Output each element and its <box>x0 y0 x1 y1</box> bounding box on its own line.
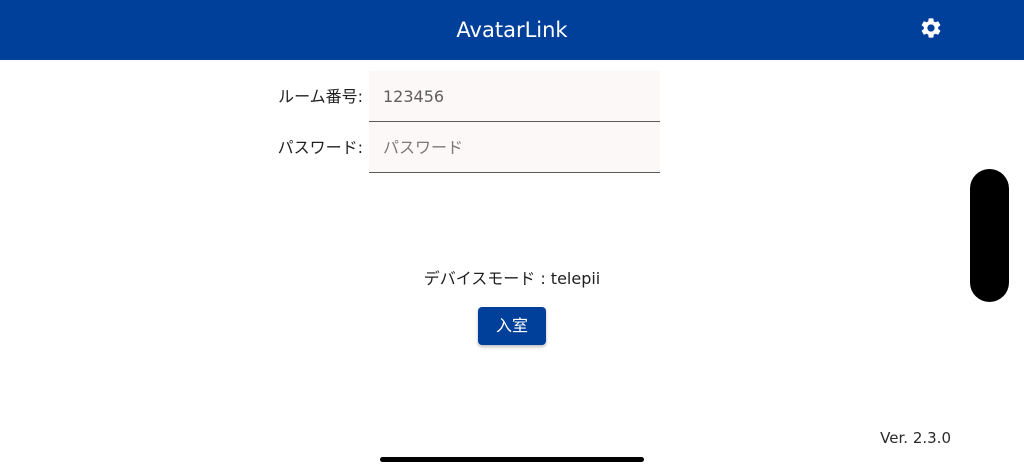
version-label: Ver. 2.3.0 <box>880 429 951 447</box>
room-number-input[interactable] <box>369 71 660 121</box>
device-mode-text: デバイスモード : telepii <box>423 269 601 288</box>
home-indicator[interactable] <box>380 457 644 462</box>
settings-button[interactable] <box>912 11 950 49</box>
room-number-label: ルーム番号: <box>278 87 363 106</box>
password-input[interactable] <box>369 122 660 172</box>
password-field-container <box>369 122 660 173</box>
password-row: パスワード: <box>0 122 1024 173</box>
room-number-field-container <box>369 71 660 122</box>
gear-icon <box>919 16 943 44</box>
room-number-row: ルーム番号: <box>0 71 1024 122</box>
side-handle[interactable] <box>970 169 1009 302</box>
app-screen: AvatarLink ルーム番号: パスワード: デバイスモード : telep… <box>0 0 1024 471</box>
app-bar: AvatarLink <box>0 0 1024 60</box>
password-label: パスワード: <box>277 138 363 157</box>
enter-room-button[interactable]: 入室 <box>478 307 546 345</box>
app-title: AvatarLink <box>456 18 568 42</box>
